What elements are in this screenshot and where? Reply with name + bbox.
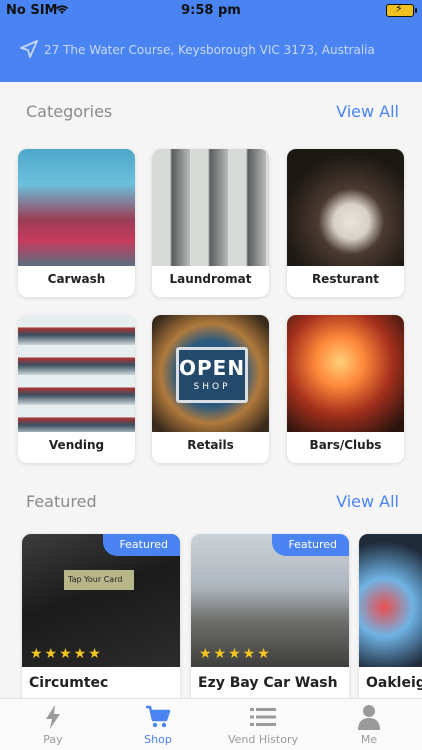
retails-image: OPEN SHOP: [152, 315, 269, 432]
card-reader-screen: Tap Your Card: [64, 570, 134, 590]
category-card-retails[interactable]: OPEN SHOP Retails: [152, 315, 269, 463]
featured-card-oakleigh[interactable]: Oakleigh: [359, 534, 422, 698]
categories-header: Categories View All: [26, 102, 399, 121]
category-card-vending[interactable]: Vending: [18, 315, 135, 463]
category-label: Laundromat: [169, 272, 252, 286]
location-arrow-icon[interactable]: [20, 40, 38, 62]
header: 27 The Water Course, Keysborough VIC 317…: [0, 22, 422, 82]
bars-image: [287, 315, 404, 432]
featured-name: Oakleigh: [366, 675, 422, 691]
category-label: Retails: [187, 438, 234, 452]
open-sign: OPEN SHOP: [176, 347, 248, 403]
categories-title: Categories: [26, 102, 113, 121]
category-card-laundromat[interactable]: Laundromat: [152, 149, 269, 297]
featured-title: Featured: [26, 492, 97, 511]
featured-badge: Featured: [272, 534, 349, 556]
category-label: Vending: [48, 438, 105, 452]
featured-card-circumtec[interactable]: Tap Your Card Featured ★★★★★ Circumtec: [22, 534, 180, 698]
status-bar: No SIM 9:58 pm ⚡: [0, 0, 422, 22]
featured-badge: Featured: [103, 534, 180, 556]
tab-me[interactable]: Me: [327, 703, 411, 746]
main-content: Categories View All Carwash Laundromat R…: [0, 82, 422, 698]
tab-vend-history[interactable]: Vend History: [221, 703, 305, 746]
category-card-bars-clubs[interactable]: Bars/Clubs: [287, 315, 404, 463]
open-sign-line1: OPEN: [179, 356, 246, 380]
carwash-image: [18, 149, 135, 266]
tab-shop[interactable]: Shop: [116, 703, 200, 746]
tab-label: Shop: [144, 733, 172, 746]
address-text[interactable]: 27 The Water Course, Keysborough VIC 317…: [44, 43, 375, 57]
category-label: Bars/Clubs: [309, 438, 382, 452]
laundromat-image: [152, 149, 269, 266]
tab-pay[interactable]: Pay: [11, 703, 95, 746]
category-label: Carwash: [47, 272, 106, 286]
rating-stars: ★★★★★: [30, 646, 103, 662]
featured-header: Featured View All: [26, 492, 399, 511]
category-card-carwash[interactable]: Carwash: [18, 149, 135, 297]
category-label: Resturant: [311, 272, 380, 286]
open-sign-line2: SHOP: [193, 382, 231, 392]
featured-name: Ezy Bay Car Wash: [198, 675, 338, 691]
rating-stars: ★★★★★: [199, 646, 272, 662]
vending-image: [18, 315, 135, 432]
tab-label: Me: [360, 733, 378, 746]
clock: 9:58 pm: [181, 3, 241, 18]
battery-icon: ⚡: [386, 2, 417, 17]
categories-view-all-link[interactable]: View All: [336, 102, 399, 121]
featured-card-ezy-bay[interactable]: Featured ★★★★★ Ezy Bay Car Wash: [191, 534, 349, 698]
restaurant-image: [287, 149, 404, 266]
tab-label: Vend History: [227, 733, 299, 746]
category-card-resturant[interactable]: Resturant: [287, 149, 404, 297]
tab-bar: Pay Shop Vend History Me: [0, 698, 422, 750]
tab-label: Pay: [43, 733, 63, 746]
oakleigh-image: [359, 534, 422, 667]
featured-view-all-link[interactable]: View All: [336, 492, 399, 511]
list-icon: [221, 703, 305, 731]
bolt-icon: [11, 703, 95, 731]
featured-name: Circumtec: [29, 675, 109, 691]
cart-icon: [116, 703, 200, 731]
person-icon: [327, 703, 411, 731]
